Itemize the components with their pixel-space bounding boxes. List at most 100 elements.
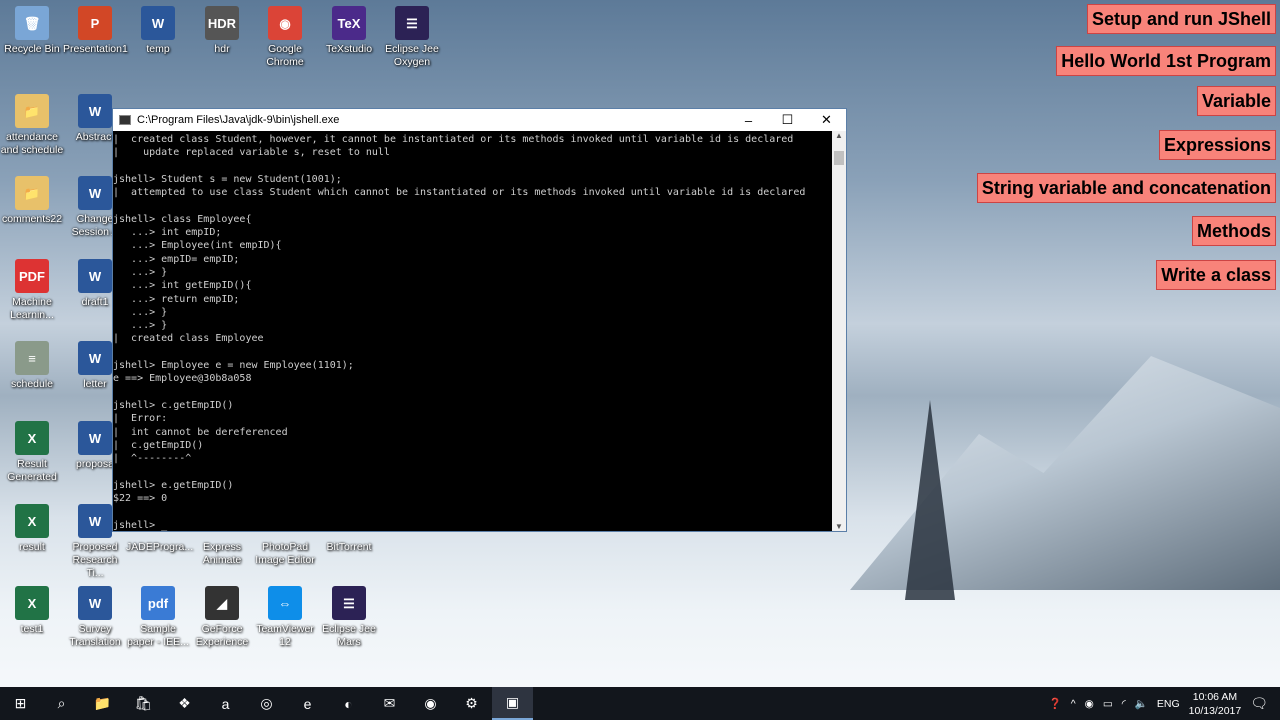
terminal-line: jshell> Student s = new Student(1001);	[113, 173, 342, 185]
battery-icon[interactable]: ▭	[1103, 698, 1113, 710]
terminal-line: ...> return empID;	[113, 293, 240, 305]
scroll-thumb[interactable]	[834, 151, 844, 165]
close-button[interactable]: ✕	[807, 112, 846, 128]
desktop-icon-label: Recycle Bin	[4, 43, 60, 55]
desktop-icon[interactable]: Wtemp	[126, 6, 190, 56]
clock[interactable]: 10:06 AM 10/13/2017	[1189, 690, 1242, 718]
desktop-icon-label: comments22	[1, 213, 63, 225]
wifi-icon[interactable]: ◜	[1122, 698, 1126, 710]
jshell-window[interactable]: C:\Program Files\Java\jdk-9\bin\jshell.e…	[112, 108, 847, 532]
chevron-up-icon[interactable]: ^	[1071, 698, 1076, 710]
desktop-icon[interactable]: 🗑 Recycle Bin	[0, 6, 64, 56]
desktop-icon[interactable]: pdf Sample paper - IEE...	[126, 586, 190, 649]
desktop-icon[interactable]: 📁 attendance and schedule	[0, 94, 64, 157]
desktop-icon[interactable]: PDF Machine Learnin...	[0, 259, 64, 322]
desktop-icon-label: Presentation1	[63, 43, 128, 55]
title-bar[interactable]: C:\Program Files\Java\jdk-9\bin\jshell.e…	[113, 109, 846, 131]
terminal-line: ...> int getEmpID(){	[113, 280, 252, 292]
topic-label: Methods	[1192, 216, 1276, 246]
desktop-icon[interactable]: ≡ schedule	[0, 341, 64, 391]
taskbar-item[interactable]: ◐	[328, 687, 369, 720]
app-icon: ◢	[205, 586, 239, 620]
taskbar-item[interactable]: 📁	[82, 687, 123, 720]
notification-icon[interactable]: 🗨	[1250, 695, 1268, 712]
taskbar-item[interactable]: 🛍	[123, 687, 164, 720]
desktop-icon-label: TeXstudio	[325, 43, 373, 55]
app-icon: W	[78, 94, 112, 128]
taskbar-item[interactable]: a	[205, 687, 246, 720]
scroll-up-icon[interactable]: ▲	[832, 131, 846, 140]
terminal-line: | created class Employee	[113, 333, 264, 345]
help-icon[interactable]: ❓	[1049, 697, 1062, 710]
console-icon	[119, 115, 131, 125]
taskbar-item[interactable]: ⌕	[41, 687, 82, 720]
taskbar-item[interactable]: ✉	[369, 687, 410, 720]
scroll-down-icon[interactable]: ▼	[832, 522, 846, 531]
desktop-icon-label: PhotoPad Image Editor	[255, 541, 315, 566]
clock-time: 10:06 AM	[1192, 690, 1238, 703]
desktop-icon-label: Express Animate	[202, 541, 242, 566]
topic-label: Hello World 1st Program	[1056, 46, 1276, 76]
app-icon: W	[78, 504, 112, 538]
desktop-icon-label: Machine Learnin...	[10, 296, 54, 321]
app-tray-icon[interactable]: ◉	[1085, 698, 1094, 710]
app-icon: PDF	[15, 259, 49, 293]
app-icon: ☰	[395, 6, 429, 40]
taskbar-item[interactable]: ❖	[164, 687, 205, 720]
desktop-icon-label: GeForce Experience	[195, 623, 249, 648]
desktop-icon[interactable]: HDR hdr	[190, 6, 254, 56]
desktop-icon[interactable]: W Survey Translation	[63, 586, 127, 649]
app-icon: TeX	[332, 6, 366, 40]
app-icon: 📁	[15, 94, 49, 128]
taskbar-item[interactable]: e	[287, 687, 328, 720]
desktop-icon[interactable]: ◉ Google Chrome	[253, 6, 317, 69]
desktop-icon-label: Result Generated	[7, 458, 57, 483]
taskbar-item[interactable]: ◉	[410, 687, 451, 720]
desktop-icon-label: Sample paper - IEE...	[127, 623, 189, 648]
app-icon: W	[78, 176, 112, 210]
desktop-icon[interactable]: ⇔ TeamViewer 12	[253, 586, 317, 649]
app-icon: W	[78, 586, 112, 620]
topic-label: Expressions	[1158, 130, 1276, 160]
maximize-button[interactable]: ☐	[768, 112, 807, 128]
desktop-icon-label: JADEProgra...	[126, 541, 194, 553]
terminal-line: ...> }	[113, 306, 168, 318]
terminal-line: | attempted to use class Student which c…	[113, 187, 806, 199]
desktop-icon[interactable]: Xtest1	[0, 586, 64, 636]
desktop-icon-label: hdr	[214, 43, 230, 55]
desktop-icon-label: Proposed Research Ti...	[72, 541, 118, 579]
topic-label: Setup and run JShell	[1086, 4, 1276, 34]
app-icon: W	[78, 259, 112, 293]
terminal-line: jshell> c.getEmpID()	[113, 399, 234, 411]
taskbar-item[interactable]: ⊞	[0, 687, 41, 720]
terminal-line: ...> }	[113, 266, 168, 278]
minimize-button[interactable]: –	[729, 113, 768, 128]
taskbar-item[interactable]: ▣	[492, 687, 533, 720]
desktop-icon-label: test1	[20, 623, 44, 635]
terminal-line: | created class Student, however, it can…	[113, 134, 794, 145]
desktop-icon-label: Eclipse Jee Oxygen	[385, 43, 439, 68]
volume-icon[interactable]: 🔈	[1135, 697, 1148, 710]
terminal-line: | ^--------^	[113, 453, 192, 465]
desktop-icon[interactable]: ☰ Eclipse Jee Mars	[317, 586, 381, 649]
scrollbar[interactable]: ▲ ▼	[832, 131, 846, 531]
terminal-line: ...> empID= empID;	[113, 253, 240, 265]
terminal-line: | Error:	[113, 413, 168, 425]
terminal-line: ...> int empID;	[113, 227, 222, 239]
topic-label: Write a class	[1156, 260, 1276, 290]
taskbar-item[interactable]: ◎	[246, 687, 287, 720]
terminal-line: ...> }	[113, 320, 168, 332]
desktop-icon[interactable]: ☰ Eclipse Jee Oxygen	[380, 6, 444, 69]
terminal-line: e ==> Employee@30b8a058	[113, 373, 252, 385]
language-indicator[interactable]: ENG	[1157, 698, 1180, 710]
desktop-icon[interactable]: P Presentation1	[63, 6, 128, 56]
taskbar-item[interactable]: ⚙	[451, 687, 492, 720]
desktop-icon[interactable]: X Result Generated	[0, 421, 64, 484]
desktop-icon[interactable]: 📁 comments22	[0, 176, 64, 226]
terminal-output[interactable]: | created class Student, however, it can…	[113, 131, 832, 531]
desktop-icon[interactable]: ◢ GeForce Experience	[190, 586, 254, 649]
desktop-icon[interactable]: Xresult	[0, 504, 64, 554]
desktop-icon-label: schedule	[10, 378, 54, 390]
desktop-icon[interactable]: TeX TeXstudio	[317, 6, 381, 56]
